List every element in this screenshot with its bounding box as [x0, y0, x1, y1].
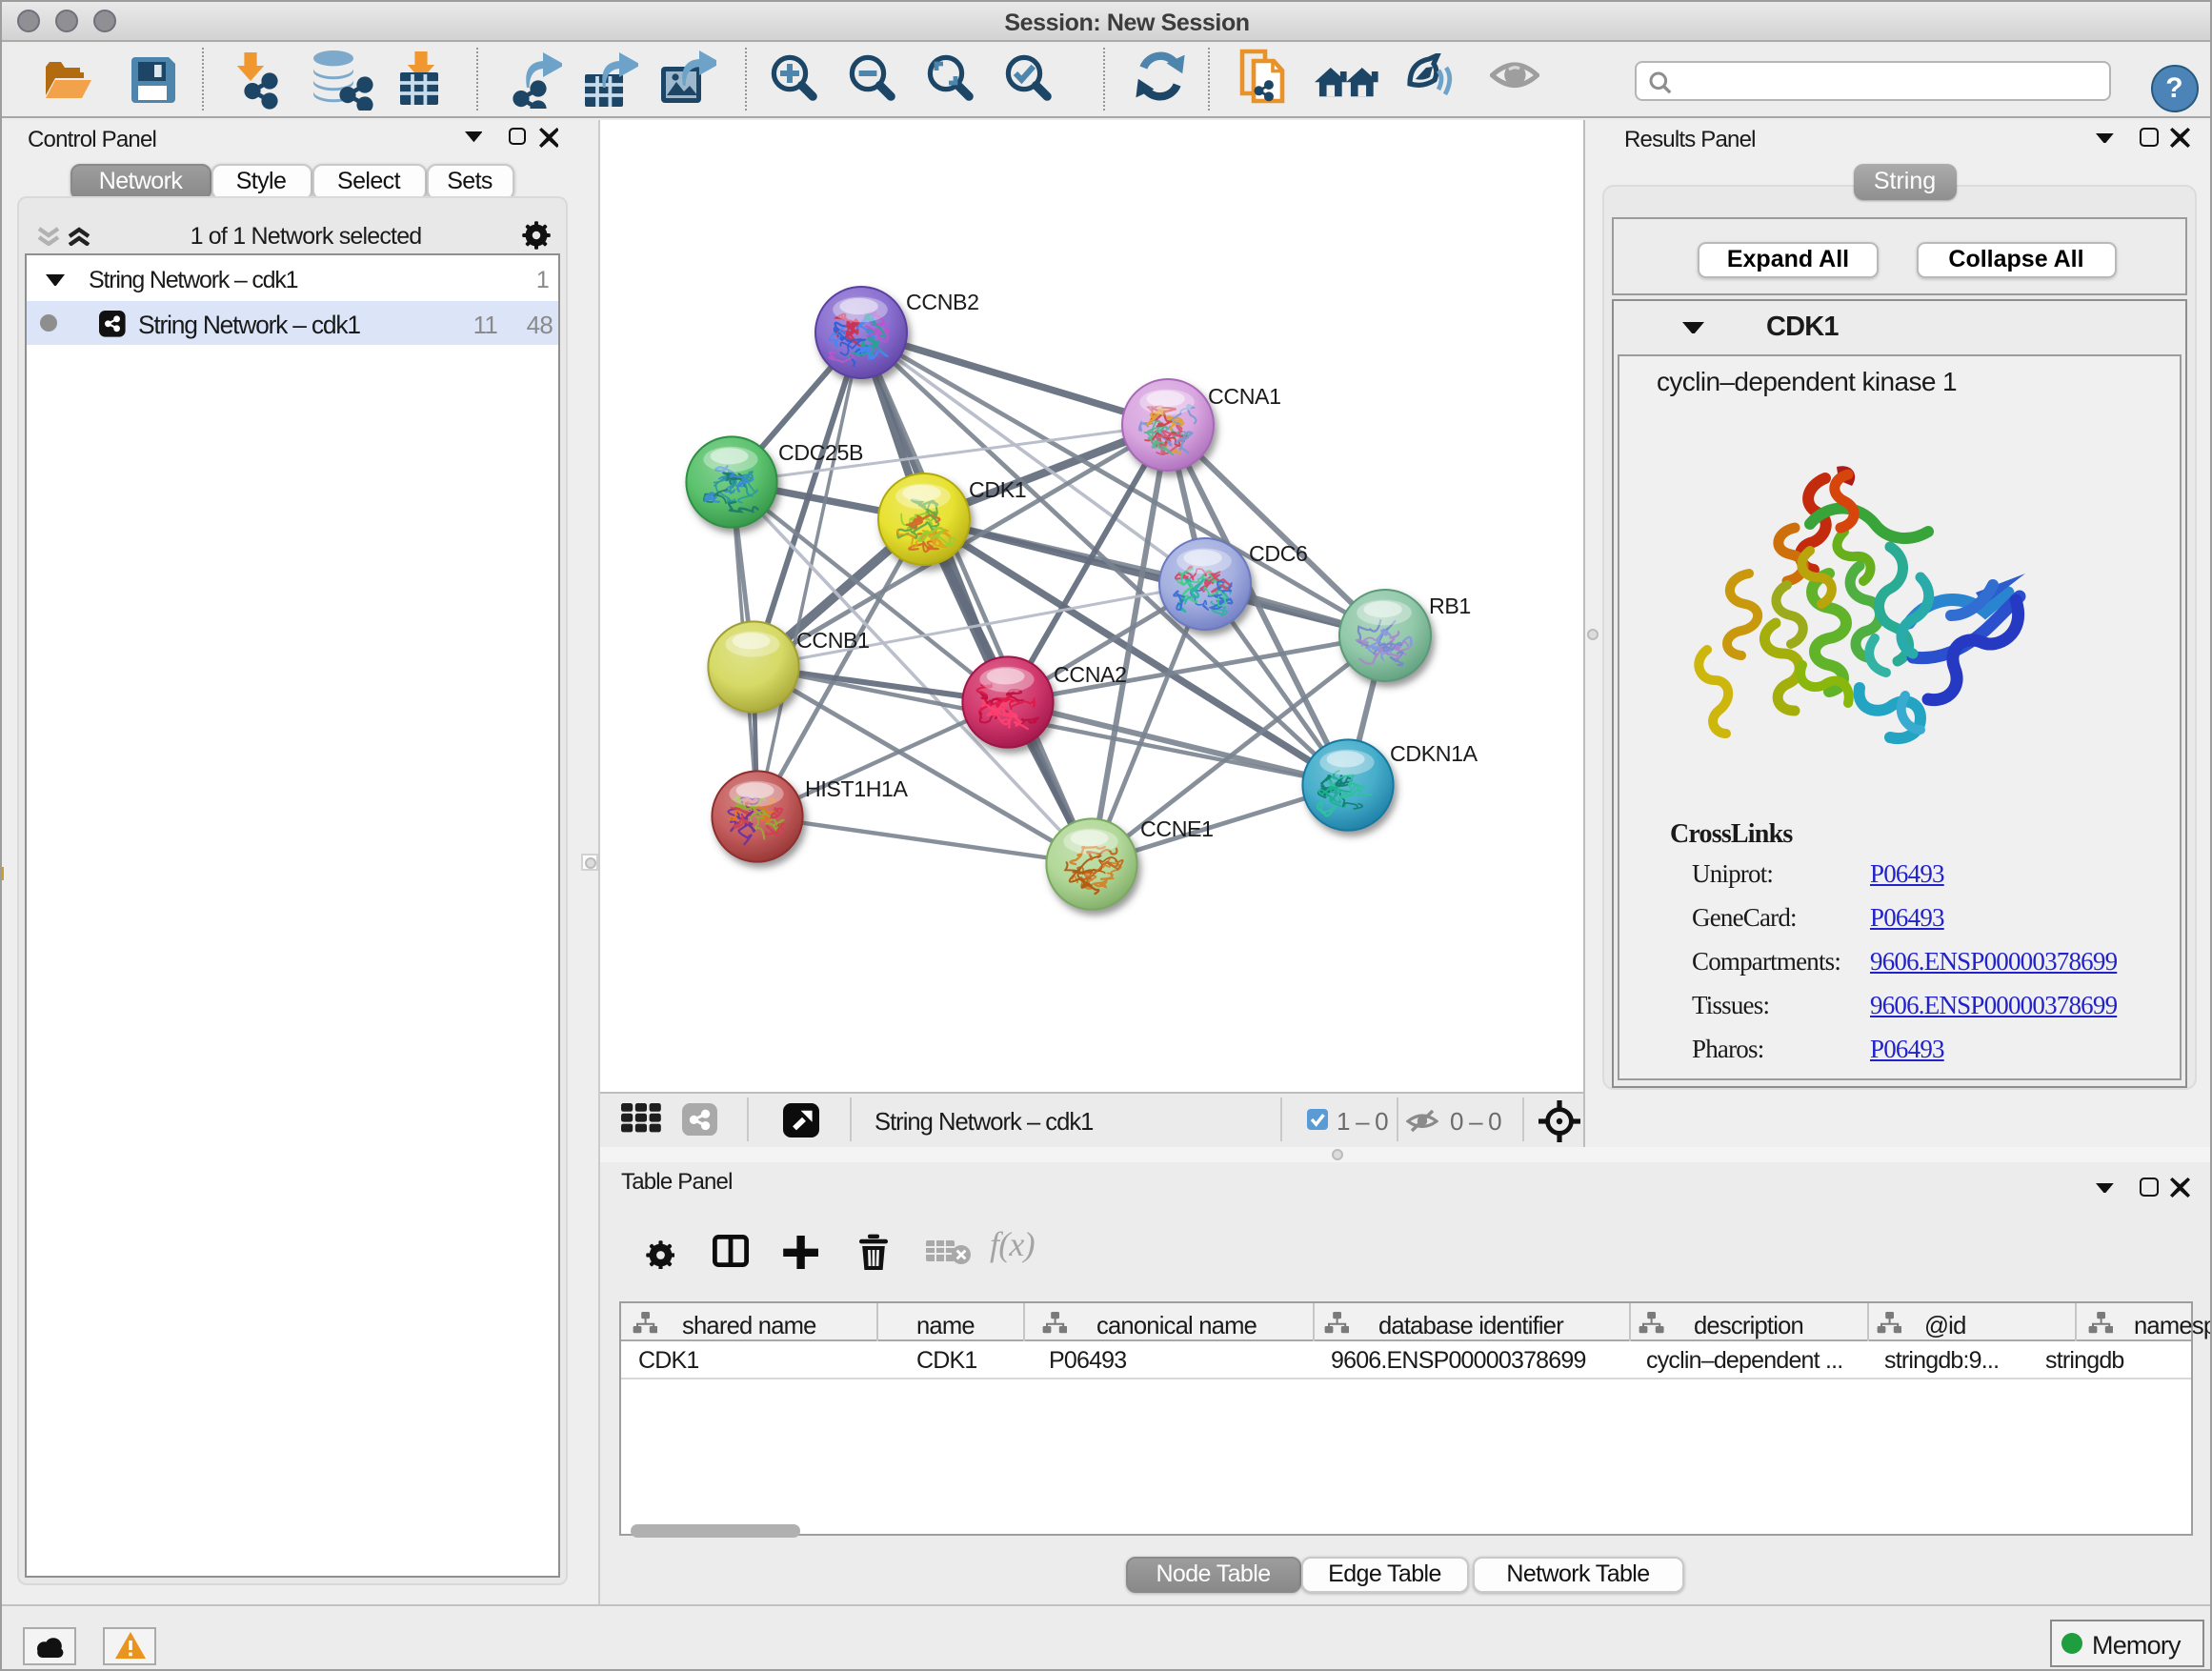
svg-text:CCNA2: CCNA2	[1054, 661, 1127, 686]
svg-text:CCNA1: CCNA1	[1208, 383, 1281, 408]
svg-text:HIST1H1A: HIST1H1A	[805, 775, 909, 800]
svg-text:CCNE1: CCNE1	[1140, 815, 1214, 840]
svg-text:CDC6: CDC6	[1249, 540, 1308, 565]
svg-text:CDK1: CDK1	[969, 476, 1026, 501]
svg-text:CCNB2: CCNB2	[906, 289, 979, 313]
svg-text:RB1: RB1	[1429, 593, 1471, 617]
svg-text:CCNB1: CCNB1	[796, 627, 870, 652]
svg-text:CDKN1A: CDKN1A	[1390, 740, 1478, 765]
svg-text:CDC25B: CDC25B	[778, 439, 863, 464]
